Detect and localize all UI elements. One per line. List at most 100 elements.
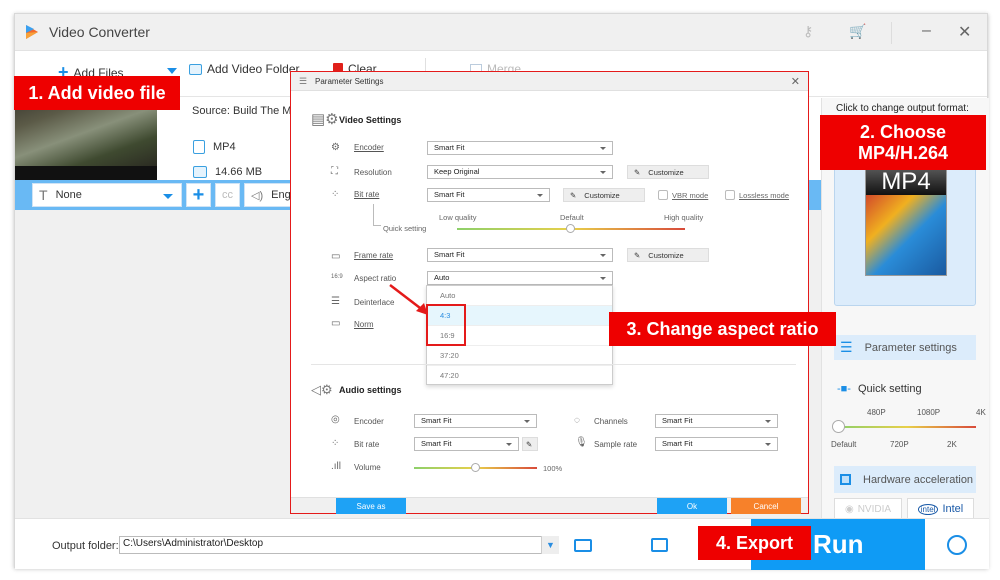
norm-icon: ▭	[331, 318, 341, 329]
aspect-option-47-20[interactable]: 47:20	[427, 366, 612, 386]
tick-default: Default	[831, 440, 857, 449]
output-folder-input[interactable]: C:\Users\Administrator\Desktop	[119, 536, 559, 554]
video-folder-icon[interactable]	[651, 538, 668, 552]
output-format-selector[interactable]: MP4	[834, 163, 976, 306]
audio-encoder-select[interactable]: Smart Fit	[414, 414, 537, 428]
key-icon[interactable]: ⚷	[803, 23, 813, 40]
cancel-button[interactable]: Cancel	[731, 498, 801, 514]
customize-label: Customize	[584, 190, 620, 200]
tick-720p: 720P	[890, 440, 909, 449]
cc-button[interactable]: cc	[215, 183, 240, 207]
bitrate-select[interactable]: Smart Fit	[427, 188, 550, 202]
subtitle-select[interactable]: T None	[32, 183, 182, 207]
hardware-acceleration-button[interactable]: Hardware acceleration	[834, 466, 976, 493]
encoder-icon: ⚙	[331, 142, 340, 153]
aspect-option-37-20[interactable]: 37:20	[427, 346, 612, 366]
ok-button[interactable]: Ok	[657, 498, 727, 514]
aspect-option-auto[interactable]: Auto	[427, 286, 612, 306]
app-title: Video Converter	[49, 24, 150, 40]
dialog-close-button[interactable]: ✕	[791, 75, 800, 88]
pencil-icon: ✎	[634, 167, 641, 177]
pencil-icon: ✎	[570, 190, 577, 200]
quick-setting-bracket	[373, 204, 381, 226]
close-button[interactable]: ✕	[958, 22, 971, 42]
add-folder-label: Add Video Folder	[207, 62, 300, 76]
audio-bitrate-select[interactable]: Smart Fit	[414, 437, 519, 451]
alarm-clock-icon[interactable]	[947, 535, 967, 555]
aspect-ratio-select[interactable]: Auto	[427, 271, 613, 285]
subtitle-value: None	[55, 189, 82, 201]
format-text: MP4	[213, 141, 236, 153]
encoder-select[interactable]: Smart Fit	[427, 141, 613, 155]
open-folder-icon[interactable]	[574, 539, 592, 552]
tick-480p: 480P	[867, 408, 886, 417]
output-folder-label: Output folder:	[52, 540, 119, 552]
dialog-footer: Save as Ok Cancel	[291, 497, 808, 514]
tick-4k: 4K	[976, 408, 986, 417]
text-icon: T	[39, 187, 48, 203]
volume-slider-knob[interactable]	[471, 463, 480, 472]
pencil-icon: ✎	[634, 250, 641, 260]
resolution-customize-button[interactable]: ✎ Customize	[627, 165, 709, 179]
quick-setting-slider[interactable]	[838, 426, 976, 428]
checkbox-box	[658, 190, 668, 200]
output-folder-dropdown[interactable]: ▼	[541, 536, 559, 554]
title-bar: Video Converter ⚷ 🛒 – ✕	[15, 14, 987, 51]
nvidia-label: NVIDIA	[857, 503, 892, 515]
annotation-step1: 1. Add video file	[14, 76, 180, 110]
highlight-box	[426, 304, 466, 346]
quality-high-label: High quality	[664, 213, 704, 222]
quality-slider-knob[interactable]	[566, 224, 575, 233]
resolution-icon: ⛶	[331, 166, 338, 177]
resolution-select[interactable]: Keep Original	[427, 165, 613, 179]
lossless-label: Lossless mode	[739, 190, 790, 200]
encoder-label[interactable]: Encoder	[354, 143, 384, 152]
norm-label[interactable]: Norm	[354, 320, 374, 329]
audio-settings-icon: ◁⚙	[311, 382, 333, 397]
cart-icon[interactable]: 🛒	[849, 23, 866, 40]
divider	[891, 22, 892, 44]
deinterlace-icon: ☰	[331, 296, 340, 307]
minimize-button[interactable]: –	[922, 22, 931, 40]
quality-low-label: Low quality	[439, 213, 477, 222]
quality-default-label: Default	[560, 213, 584, 222]
save-as-button[interactable]: Save as	[336, 498, 406, 514]
framerate-customize-button[interactable]: ✎ Customize	[627, 248, 709, 262]
audio-encoder-icon: ◎	[331, 414, 340, 425]
samplerate-label: Sample rate	[594, 440, 638, 449]
parameter-settings-button[interactable]: ☰ Parameter settings	[834, 335, 976, 360]
channels-select[interactable]: Smart Fit	[655, 414, 778, 428]
add-subtitle-button[interactable]: +	[186, 183, 211, 207]
aspect-ratio-label: Aspect ratio	[354, 274, 397, 283]
annotation-step3: 3. Change aspect ratio	[609, 312, 836, 346]
framerate-label[interactable]: Frame rate	[354, 251, 393, 260]
framerate-select[interactable]: Smart Fit	[427, 248, 613, 262]
size-text: 14.66 MB	[215, 166, 263, 178]
samplerate-select[interactable]: Smart Fit	[655, 437, 778, 451]
dialog-title-bar: ☰ Parameter Settings ✕	[291, 72, 808, 91]
microphone-icon: 🎙	[575, 437, 588, 448]
nvidia-button[interactable]: ◉ NVIDIA	[834, 498, 902, 520]
folder-icon	[193, 166, 207, 178]
audio-bitrate-label: Bit rate	[354, 440, 380, 449]
intel-button[interactable]: intel Intel	[907, 498, 974, 520]
volume-value: 100%	[543, 464, 563, 473]
annotation-step2: 2. Choose MP4/H.264	[820, 115, 986, 170]
lossless-mode-checkbox[interactable]: Lossless mode	[725, 190, 789, 200]
customize-label: Customize	[648, 250, 684, 260]
pencil-icon: ✎	[526, 439, 533, 449]
quick-setting-label: Quick setting	[383, 224, 427, 233]
quick-setting-knob[interactable]	[832, 420, 845, 433]
resolution-label: Resolution	[354, 168, 392, 177]
file-source: Source: Build The Mos	[192, 105, 304, 117]
add-video-folder-button[interactable]: Add Video Folder	[189, 62, 300, 76]
cc-icon: cc	[222, 189, 233, 201]
vbr-label: VBR mode	[672, 190, 709, 200]
bitrate-label[interactable]: Bit rate	[354, 190, 379, 199]
speaker-icon: ◁)	[251, 189, 264, 202]
audio-bitrate-edit-button[interactable]: ✎	[522, 437, 538, 451]
audio-settings-heading: Audio settings	[339, 385, 402, 395]
format-label: Click to change output format:	[836, 103, 969, 114]
bitrate-customize-button[interactable]: ✎ Customize	[563, 188, 645, 202]
vbr-mode-checkbox[interactable]: VBR mode	[658, 190, 708, 200]
